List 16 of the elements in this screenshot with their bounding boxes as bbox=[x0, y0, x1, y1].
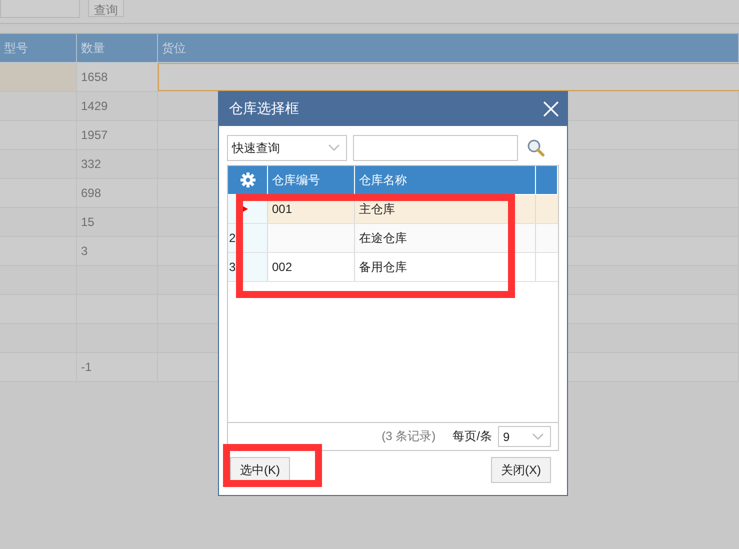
record-count: (3 条记录) bbox=[382, 428, 436, 445]
table-cell: 002 bbox=[268, 253, 355, 281]
page-size-label: 每页/条 bbox=[452, 428, 492, 445]
table-cell: 1429 bbox=[77, 92, 158, 120]
table-cell: 3 bbox=[77, 237, 158, 265]
row-number: 3 bbox=[229, 260, 236, 274]
table-cell: -1 bbox=[77, 353, 158, 381]
table-cell: 1658 bbox=[77, 63, 158, 91]
table-cell: 1957 bbox=[77, 121, 158, 149]
table-cell: 698 bbox=[77, 179, 158, 207]
window-title: 仓库选择框 bbox=[229, 100, 299, 118]
table-cell: 在途仓库 bbox=[355, 224, 536, 252]
table-cell: 332 bbox=[77, 150, 158, 178]
table-cell: 15 bbox=[77, 208, 158, 236]
table-cell: 备用仓库 bbox=[355, 253, 536, 281]
row-number: 2 bbox=[229, 231, 236, 245]
